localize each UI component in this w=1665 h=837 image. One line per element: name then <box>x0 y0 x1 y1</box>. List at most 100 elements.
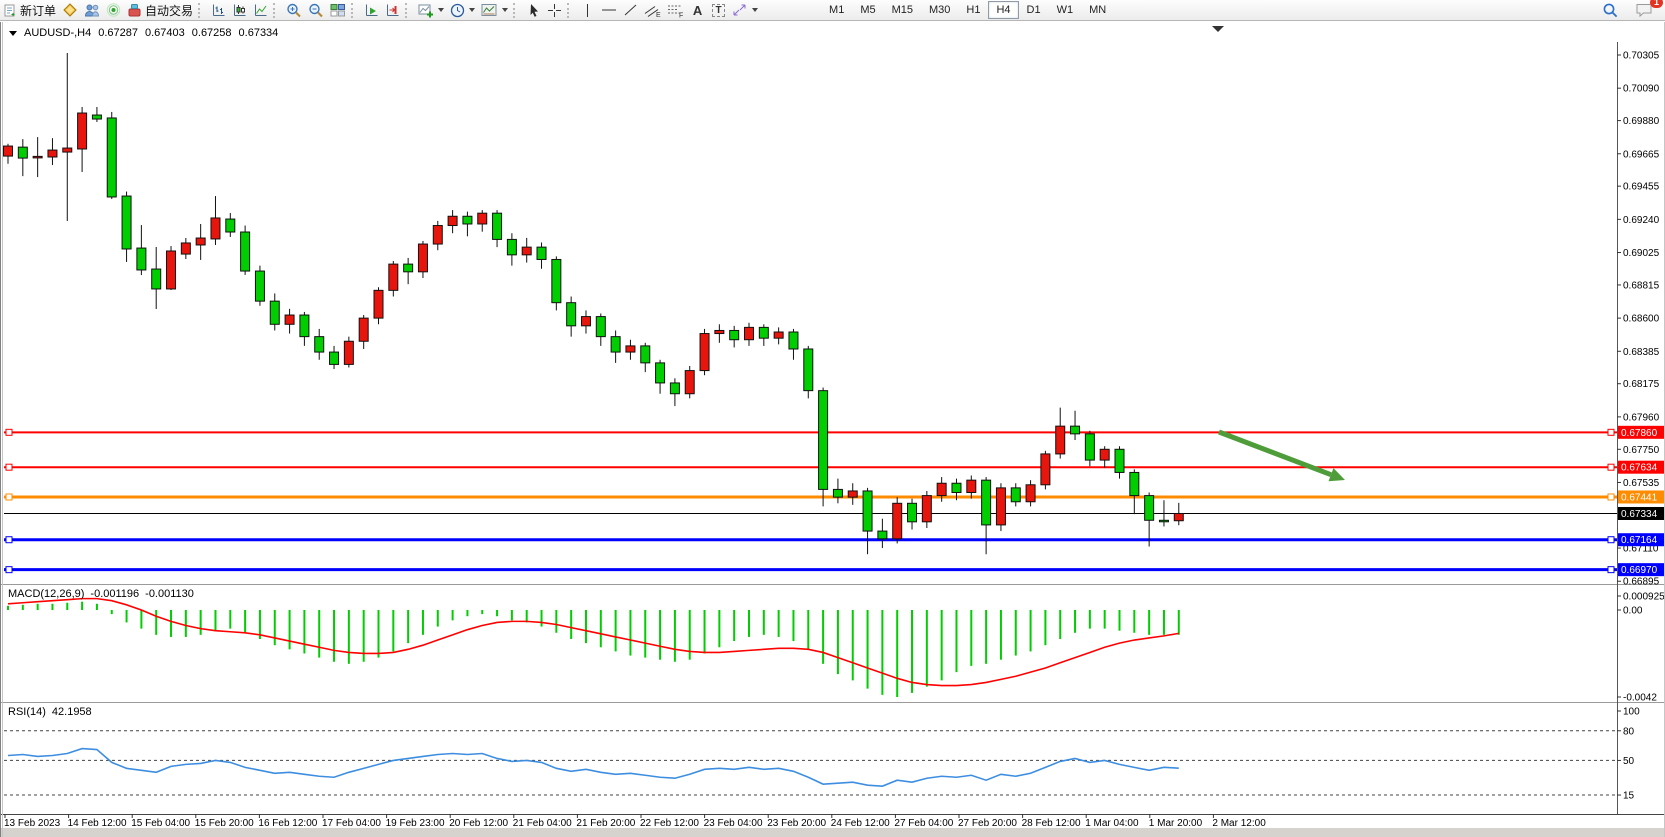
chart-shift-button[interactable] <box>382 1 403 20</box>
macd-name: MACD(12,26,9) <box>8 588 84 600</box>
price-badge-label: 0.67634 <box>1621 463 1658 474</box>
line-handle[interactable] <box>6 567 12 573</box>
notifications-button[interactable]: 1 <box>1632 1 1657 20</box>
candle-body <box>1026 485 1035 502</box>
notification-badge: 1 <box>1650 0 1663 8</box>
timeframe-mn-button[interactable]: MN <box>1081 1 1114 19</box>
line-handle[interactable] <box>6 464 12 470</box>
line-handle[interactable] <box>1608 537 1614 543</box>
timeframe-d1-button[interactable]: D1 <box>1019 1 1049 19</box>
timeframe-h4-button[interactable]: H4 <box>988 1 1018 19</box>
horizontal-line-button[interactable] <box>598 1 620 20</box>
indicators-button[interactable] <box>415 1 447 20</box>
candle-body <box>18 147 27 158</box>
line-handle[interactable] <box>6 494 12 500</box>
time-tick-label: 13 Feb 2023 <box>4 818 61 829</box>
line-handle[interactable] <box>1608 567 1614 573</box>
candle-body <box>1130 472 1139 495</box>
arrows-button[interactable] <box>729 1 761 20</box>
price-tick-label: 0.69025 <box>1623 248 1660 259</box>
candlestick-chart-button[interactable] <box>229 1 250 20</box>
line-handle[interactable] <box>1608 429 1614 435</box>
line-handle[interactable] <box>6 537 12 543</box>
candle-body <box>1100 449 1109 460</box>
price-tick-label: 0.68600 <box>1623 314 1660 325</box>
symbol-period-label: AUDUSD-,H4 <box>24 27 91 39</box>
vertical-line-icon <box>582 3 593 18</box>
candle-body <box>152 269 161 289</box>
candle-body <box>167 251 176 289</box>
signal-icon <box>106 3 121 17</box>
toolbar-right-group: 1 <box>1599 1 1665 20</box>
timeframe-toolbar: M1 M5 M15 M30 H1 H4 D1 W1 MN <box>821 1 1114 19</box>
time-tick-label: 27 Feb 04:00 <box>894 818 953 829</box>
timeframe-w1-button[interactable]: W1 <box>1049 1 1082 19</box>
signals-button[interactable] <box>103 1 124 20</box>
periods-button[interactable] <box>447 1 478 20</box>
timeframe-m30-button[interactable]: M30 <box>921 1 958 19</box>
time-tick-label: 24 Feb 12:00 <box>831 818 890 829</box>
templates-button[interactable] <box>478 1 511 20</box>
line-chart-button[interactable] <box>250 1 271 20</box>
timeframe-m15-button[interactable]: M15 <box>884 1 921 19</box>
candle-body <box>78 113 87 149</box>
time-tick-label: 1 Mar 20:00 <box>1149 818 1203 829</box>
candle-body <box>878 531 887 539</box>
candle-body <box>1041 454 1050 485</box>
gold-diamond-icon <box>62 3 78 17</box>
vertical-line-button[interactable] <box>577 1 598 20</box>
timeframe-m1-button[interactable]: M1 <box>821 1 852 19</box>
timeframe-m5-button[interactable]: M5 <box>852 1 883 19</box>
candle-body <box>478 213 487 224</box>
price-badge-label: 0.67164 <box>1621 535 1658 546</box>
candle-body <box>1071 426 1080 434</box>
autotrading-button[interactable]: 自动交易 <box>124 1 196 20</box>
candle-body <box>300 315 309 337</box>
tile-windows-button[interactable] <box>327 1 349 20</box>
line-handle[interactable] <box>1608 464 1614 470</box>
candle-body <box>552 259 561 302</box>
candle-body <box>374 290 383 318</box>
equidistant-channel-button[interactable]: E <box>641 1 664 20</box>
rsi-tick-label: 100 <box>1623 707 1640 718</box>
trendline-icon <box>623 3 638 17</box>
candle-body <box>522 247 531 255</box>
text-button[interactable]: A <box>687 1 708 20</box>
zoom-in-button[interactable] <box>283 1 305 20</box>
search-button[interactable] <box>1599 1 1622 20</box>
time-tick-label: 14 Feb 12:00 <box>68 818 127 829</box>
time-tick-label: 20 Feb 12:00 <box>449 818 508 829</box>
auto-scroll-button[interactable] <box>361 1 382 20</box>
price-badge-label: 0.66970 <box>1621 565 1658 576</box>
candle-body <box>285 315 294 324</box>
text-label-button[interactable]: T <box>708 1 729 20</box>
text-label-icon: T <box>712 4 724 17</box>
crosshair-icon <box>547 3 562 18</box>
zoom-out-button[interactable] <box>305 1 327 20</box>
candle-body <box>833 489 842 497</box>
template-icon <box>481 3 498 17</box>
community-button[interactable] <box>81 1 103 20</box>
zoom-in-icon <box>286 3 302 18</box>
timeframe-h1-button[interactable]: H1 <box>958 1 988 19</box>
candle-body <box>774 332 783 338</box>
market-depth-button[interactable] <box>59 1 81 20</box>
candle-body <box>967 480 976 492</box>
fibonacci-button[interactable]: F <box>664 1 687 20</box>
time-tick-label: 16 Feb 12:00 <box>258 818 317 829</box>
time-tick-label: 21 Feb 20:00 <box>576 818 635 829</box>
line-handle[interactable] <box>1608 494 1614 500</box>
crosshair-button[interactable] <box>544 1 565 20</box>
trendline-button[interactable] <box>620 1 641 20</box>
bar-chart-button[interactable] <box>208 1 229 20</box>
cursor-button[interactable] <box>523 1 544 20</box>
collapse-ohlc-icon[interactable] <box>9 31 17 36</box>
candle-body <box>715 330 724 333</box>
price-tick-label: 0.69240 <box>1623 215 1660 226</box>
new-order-label: 新订单 <box>20 2 56 19</box>
new-order-button[interactable]: 新订单 <box>1 1 59 20</box>
candle-body <box>641 346 650 363</box>
candle-body <box>937 483 946 495</box>
line-handle[interactable] <box>6 429 12 435</box>
macd-indicator-label: MACD(12,26,9) -0.001196 -0.001130 <box>8 588 194 600</box>
